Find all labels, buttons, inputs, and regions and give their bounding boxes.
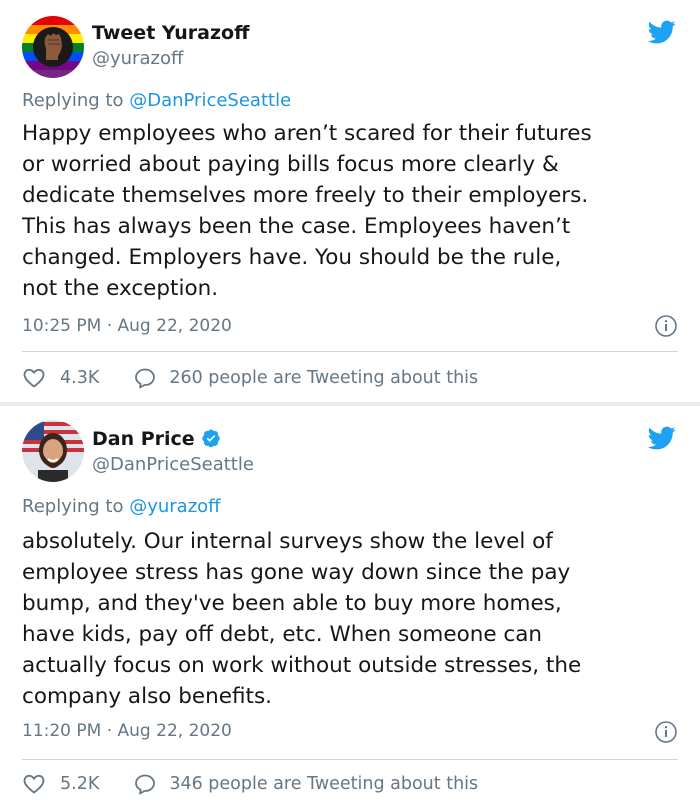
author-name[interactable]: Dan Price (92, 428, 221, 450)
avatar[interactable] (22, 420, 84, 482)
tweet-text: absolutely. Our internal surveys show th… (22, 529, 582, 709)
speech-bubble-icon[interactable] (133, 366, 157, 390)
tweet-timestamp[interactable]: 11:20 PM · Aug 22, 2020 (22, 721, 232, 741)
speech-bubble-icon[interactable] (133, 772, 157, 796)
twitter-bird-icon[interactable] (646, 18, 678, 46)
tweet-card: Dan Price @DanPriceSeattle Replying to @… (0, 406, 700, 812)
divider (22, 759, 678, 760)
tweet-card: Tweet Yurazoff @yurazoff Replying to @Da… (0, 0, 700, 404)
heart-icon[interactable] (22, 772, 46, 796)
conversation-link[interactable]: 346 people are Tweeting about this (169, 774, 478, 794)
reply-mention-link[interactable]: @DanPriceSeattle (129, 90, 291, 111)
avatar[interactable] (22, 16, 84, 78)
author-handle[interactable]: @DanPriceSeattle (92, 454, 254, 475)
tweet-text: Happy employees who aren’t scared for th… (22, 121, 592, 301)
tweet-timestamp[interactable]: 10:25 PM · Aug 22, 2020 (22, 316, 232, 336)
divider (22, 351, 678, 352)
heart-icon[interactable] (22, 366, 46, 390)
author-handle[interactable]: @yurazoff (92, 48, 183, 69)
like-count[interactable]: 5.2K (60, 774, 99, 794)
twitter-bird-icon[interactable] (646, 424, 678, 452)
reply-context: Replying to @DanPriceSeattle (22, 90, 291, 111)
conversation-link[interactable]: 260 people are Tweeting about this (169, 368, 478, 388)
reply-context: Replying to @yurazoff (22, 496, 221, 517)
reply-mention-link[interactable]: @yurazoff (129, 496, 220, 517)
author-name[interactable]: Tweet Yurazoff (92, 22, 250, 44)
reply-prefix: Replying to (22, 90, 124, 111)
verified-badge-icon (201, 429, 220, 448)
tweet-actions: 4.3K 260 people are Tweeting about this (22, 363, 478, 393)
info-icon[interactable] (654, 314, 678, 338)
reply-prefix: Replying to (22, 496, 124, 517)
info-icon[interactable] (654, 720, 678, 744)
author-name-text[interactable]: Dan Price (92, 428, 195, 450)
tweet-actions: 5.2K 346 people are Tweeting about this (22, 769, 478, 799)
like-count[interactable]: 4.3K (60, 368, 99, 388)
